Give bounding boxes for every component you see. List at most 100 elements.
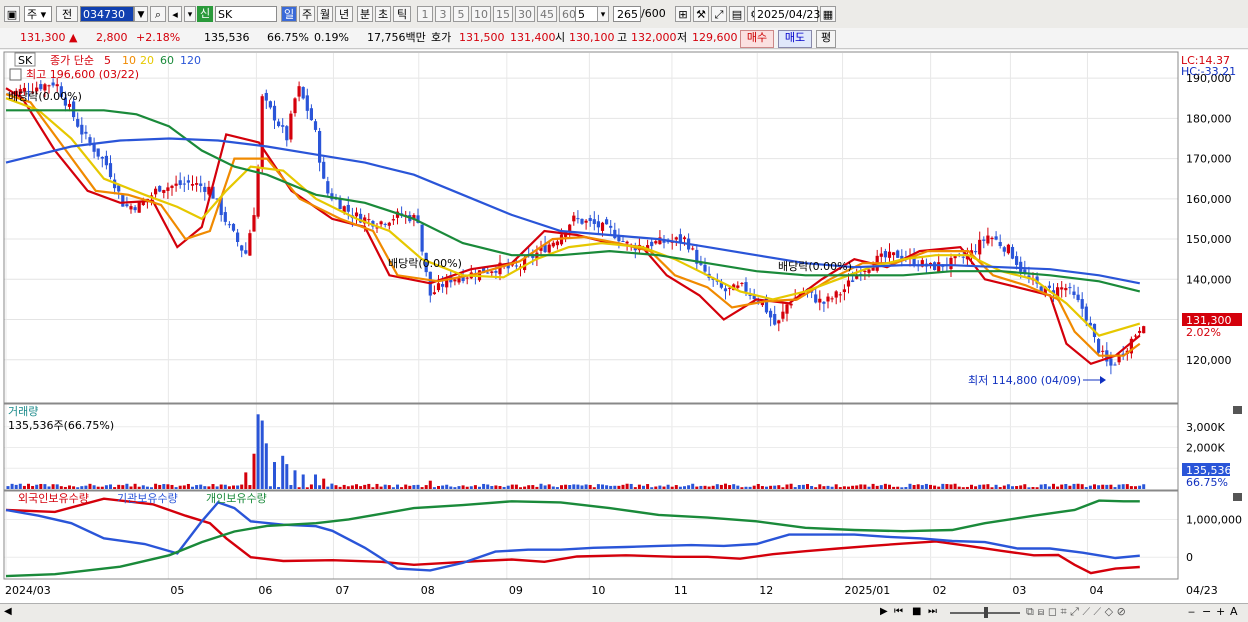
volume-bar (650, 487, 654, 489)
candle-body (596, 221, 600, 228)
date-field[interactable]: 2025/04/23 (754, 6, 820, 22)
sound-dropdown-icon[interactable]: ▾ (184, 6, 196, 22)
trend-icon[interactable]: ⤢ (711, 6, 727, 22)
period-minute-button[interactable]: 분 (357, 6, 373, 22)
candle-body (84, 131, 88, 134)
save-icon[interactable]: ▤ (729, 6, 745, 22)
holding-close-icon[interactable] (1233, 493, 1242, 501)
scroll-left-icon[interactable]: ◀ (4, 606, 12, 617)
volume-bar (748, 486, 752, 489)
volume-bar (621, 484, 625, 489)
scroll-right-icon[interactable]: ▶ (880, 606, 888, 617)
volume-bar (658, 485, 662, 489)
minute-3-button[interactable]: 3 (435, 6, 451, 22)
candle-body (268, 101, 272, 108)
volume-bar (465, 486, 469, 489)
unit-dropdown-icon[interactable]: ▾ (597, 6, 609, 22)
volume-bar (916, 484, 920, 489)
minute-45-button[interactable]: 45 (537, 6, 557, 22)
volume-bar (117, 484, 121, 489)
minute-10-button[interactable]: 10 (471, 6, 491, 22)
volume-bar (953, 483, 957, 489)
candle-body (834, 291, 838, 298)
candle-body (305, 95, 309, 111)
x-tick-label: 09 (509, 584, 523, 597)
first-icon[interactable]: ⏮ (894, 606, 903, 617)
volume-bar (982, 484, 986, 489)
period-year-button[interactable]: 년 (335, 6, 353, 22)
candle-body (703, 264, 707, 272)
candle-body (953, 255, 957, 259)
buy-button[interactable]: 매수 (740, 30, 774, 48)
ask-label: 호가 (431, 31, 452, 44)
code-input[interactable]: 034730 (80, 6, 134, 22)
candle-body (137, 202, 141, 213)
period-second-button[interactable]: 초 (375, 6, 391, 22)
prev-button[interactable]: 전 (56, 6, 78, 22)
holding-legend-indiv: 개인보유수량 (206, 492, 267, 505)
scroll-bar[interactable]: ◀ ▶ ⏮ ■ ⏭ ⧉ ⧈ ◻ ⌗ ⤢ ⟋ ⟋ ◇ ⊘ ‒ − + A (0, 603, 1248, 622)
count-field[interactable]: 265 (613, 6, 641, 22)
code-dropdown-icon[interactable]: ▼ (134, 6, 148, 22)
search-icon[interactable]: ⌕ (150, 6, 166, 22)
volume-bar (543, 485, 547, 489)
minute-5-button[interactable]: 5 (453, 6, 469, 22)
volume-bar (252, 453, 256, 489)
volume-bar (63, 486, 67, 489)
volume-bar (240, 484, 244, 489)
minute-30-button[interactable]: 30 (515, 6, 535, 22)
volume-bar (1138, 485, 1142, 489)
volume-close-icon[interactable] (1233, 406, 1242, 414)
x-axis-bg (0, 580, 1248, 602)
chart-menu-icon[interactable]: ▣ (4, 6, 20, 22)
candle-body (572, 215, 576, 222)
candle-body (186, 180, 190, 183)
eval-button[interactable]: 평 (816, 30, 836, 48)
last-icon[interactable]: ⏭ (928, 606, 937, 617)
chart-type-label: 주 (27, 8, 38, 21)
zoom-slider-handle[interactable] (984, 607, 988, 618)
unit-field[interactable]: 5 (575, 6, 599, 22)
ask-price-2: 131,400 (510, 31, 556, 44)
candle-body (486, 272, 490, 274)
minute-15-button[interactable]: 15 (493, 6, 513, 22)
volume-bar (580, 485, 584, 489)
sell-button[interactable]: 매도 (778, 30, 812, 48)
candle-type-icon[interactable]: ⊞ (675, 6, 691, 22)
volume-bar (810, 485, 814, 489)
candle-body (133, 207, 137, 211)
candle-body (654, 241, 658, 244)
sound-icon[interactable]: ◂ (168, 6, 182, 22)
volume-bar (838, 487, 842, 489)
chart-area[interactable]: 190,000 180,000 170,000 160,000 150,000 140,0… (0, 50, 1248, 603)
minute-1-button[interactable]: 1 (417, 6, 433, 22)
period-day-button[interactable]: 일 (281, 6, 297, 22)
volume-bar (137, 486, 141, 489)
zoom-minus-icon[interactable]: − (1202, 605, 1211, 618)
period-week-button[interactable]: 주 (299, 6, 315, 22)
volume-bar (756, 483, 760, 489)
chart-type-select[interactable]: 주 ▾ (24, 6, 52, 22)
font-icon[interactable]: A (1230, 605, 1238, 618)
tools-icon[interactable]: ⚒ (693, 6, 709, 22)
stop-icon[interactable]: ■ (912, 606, 921, 617)
volume-bar (371, 487, 375, 489)
zoom-out-icon[interactable]: ‒ (1188, 605, 1195, 618)
volume-bar (769, 485, 773, 489)
period-tick-button[interactable]: 틱 (393, 6, 411, 22)
panel-menu-icon[interactable] (9, 68, 22, 81)
layout-icons[interactable]: ⧉ ⧈ ◻ ⌗ ⤢ ⟋ ⟋ ◇ ⊘ (1026, 605, 1126, 619)
x-tick-label: 06 (258, 584, 272, 597)
ask-price-1: 131,500 (459, 31, 505, 44)
period-month-button[interactable]: 월 (317, 6, 333, 22)
holding-line-외국인보유수량 (5, 497, 1140, 575)
zoom-in-icon[interactable]: + (1216, 605, 1225, 618)
candle-body (937, 262, 941, 272)
name-field[interactable]: SK (215, 6, 277, 22)
volume-bar (129, 486, 133, 489)
volume-bar (797, 485, 801, 489)
x-tick-label: 07 (335, 584, 349, 597)
volume-bar (588, 484, 592, 489)
calendar-icon[interactable]: ▦ (820, 6, 836, 22)
volume-bar (572, 484, 576, 489)
